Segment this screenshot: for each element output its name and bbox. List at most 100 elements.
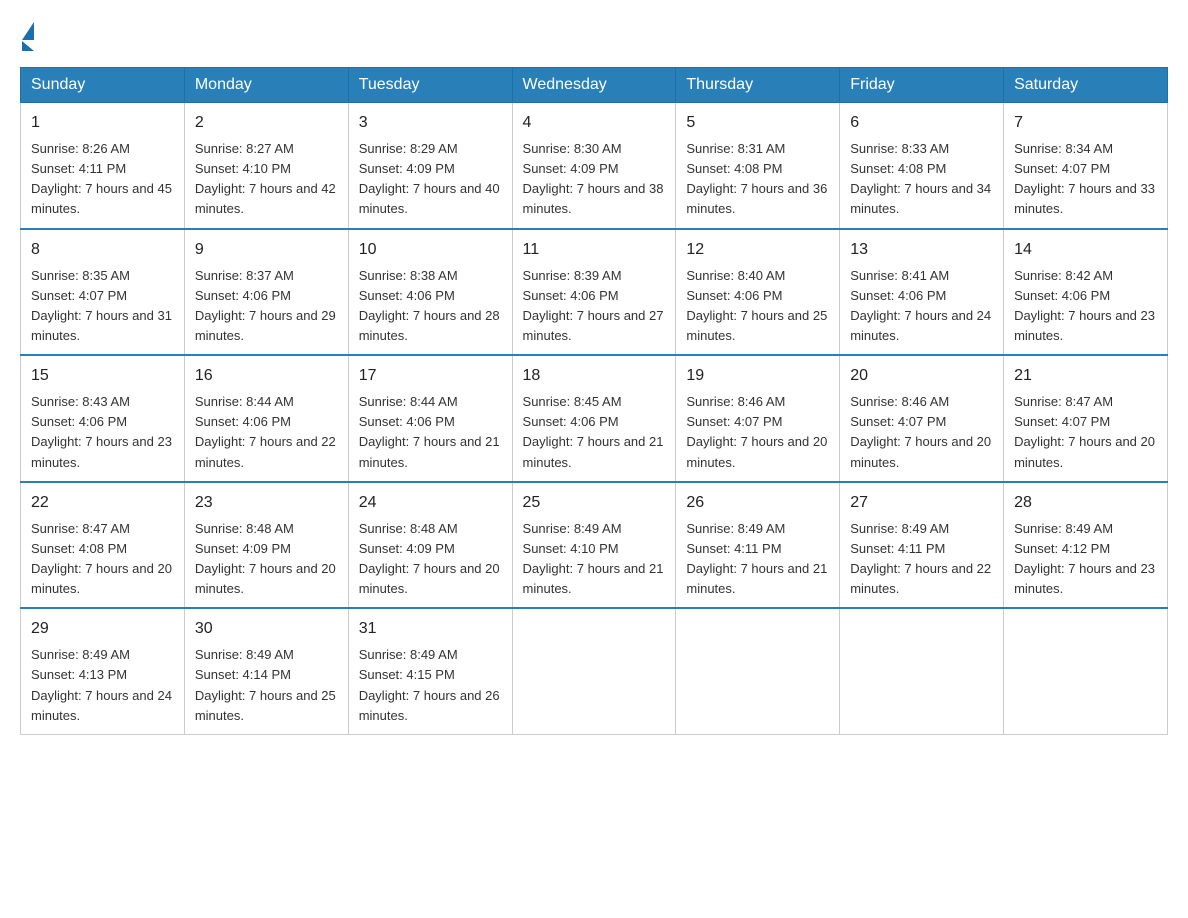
- week-row-3: 15 Sunrise: 8:43 AMSunset: 4:06 PMDayligh…: [21, 355, 1168, 482]
- header-sunday: Sunday: [21, 68, 185, 103]
- day-cell: 7 Sunrise: 8:34 AMSunset: 4:07 PMDaylight…: [1004, 103, 1168, 229]
- header-thursday: Thursday: [676, 68, 840, 103]
- week-row-5: 29Sunrise: 8:49 AMSunset: 4:13 PMDayligh…: [21, 608, 1168, 734]
- day-number: 15: [31, 364, 174, 388]
- day-info: Sunrise: 8:42 AMSunset: 4:06 PMDaylight:…: [1014, 266, 1157, 347]
- day-cell: 24 Sunrise: 8:48 AMSunset: 4:09 PMDayligh…: [348, 482, 512, 609]
- day-info: Sunrise: 8:33 AMSunset: 4:08 PMDaylight:…: [850, 139, 993, 220]
- day-cell: 4 Sunrise: 8:30 AMSunset: 4:09 PMDaylight…: [512, 103, 676, 229]
- day-number: 6: [850, 111, 993, 135]
- day-cell: [676, 608, 840, 734]
- day-info: Sunrise: 8:34 AMSunset: 4:07 PMDaylight:…: [1014, 139, 1157, 220]
- header-friday: Friday: [840, 68, 1004, 103]
- calendar-header-row: SundayMondayTuesdayWednesdayThursdayFrid…: [21, 68, 1168, 103]
- day-number: 14: [1014, 238, 1157, 262]
- day-cell: 3Sunrise: 8:29 AMSunset: 4:09 PMDaylight…: [348, 103, 512, 229]
- day-info: Sunrise: 8:49 AMSunset: 4:15 PMDaylight:…: [359, 645, 502, 726]
- day-cell: 29Sunrise: 8:49 AMSunset: 4:13 PMDayligh…: [21, 608, 185, 734]
- day-info: Sunrise: 8:49 AMSunset: 4:14 PMDaylight:…: [195, 645, 338, 726]
- day-number: 31: [359, 617, 502, 641]
- header-monday: Monday: [184, 68, 348, 103]
- day-number: 4: [523, 111, 666, 135]
- day-number: 23: [195, 491, 338, 515]
- day-cell: 12 Sunrise: 8:40 AMSunset: 4:06 PMDayligh…: [676, 229, 840, 356]
- day-info: Sunrise: 8:37 AMSunset: 4:06 PMDaylight:…: [195, 266, 338, 347]
- day-info: Sunrise: 8:46 AMSunset: 4:07 PMDaylight:…: [686, 392, 829, 473]
- day-info: Sunrise: 8:44 AMSunset: 4:06 PMDaylight:…: [359, 392, 502, 473]
- day-number: 25: [523, 491, 666, 515]
- day-cell: 2 Sunrise: 8:27 AMSunset: 4:10 PMDaylight…: [184, 103, 348, 229]
- day-number: 16: [195, 364, 338, 388]
- day-info: Sunrise: 8:39 AMSunset: 4:06 PMDaylight:…: [523, 266, 666, 347]
- day-info: Sunrise: 8:38 AMSunset: 4:06 PMDaylight:…: [359, 266, 502, 347]
- day-number: 24: [359, 491, 502, 515]
- day-info: Sunrise: 8:48 AMSunset: 4:09 PMDaylight:…: [359, 519, 502, 600]
- day-cell: 13Sunrise: 8:41 AMSunset: 4:06 PMDayligh…: [840, 229, 1004, 356]
- day-info: Sunrise: 8:29 AMSunset: 4:09 PMDaylight:…: [359, 139, 502, 220]
- day-cell: 25 Sunrise: 8:49 AMSunset: 4:10 PMDayligh…: [512, 482, 676, 609]
- day-info: Sunrise: 8:49 AMSunset: 4:10 PMDaylight:…: [523, 519, 666, 600]
- day-number: 19: [686, 364, 829, 388]
- day-info: Sunrise: 8:41 AMSunset: 4:06 PMDaylight:…: [850, 266, 993, 347]
- day-number: 29: [31, 617, 174, 641]
- day-number: 22: [31, 491, 174, 515]
- day-number: 28: [1014, 491, 1157, 515]
- day-cell: 23 Sunrise: 8:48 AMSunset: 4:09 PMDayligh…: [184, 482, 348, 609]
- day-cell: [1004, 608, 1168, 734]
- day-number: 26: [686, 491, 829, 515]
- day-cell: 14 Sunrise: 8:42 AMSunset: 4:06 PMDayligh…: [1004, 229, 1168, 356]
- day-info: Sunrise: 8:43 AMSunset: 4:06 PMDaylight:…: [31, 392, 174, 473]
- week-row-4: 22 Sunrise: 8:47 AMSunset: 4:08 PMDayligh…: [21, 482, 1168, 609]
- day-number: 10: [359, 238, 502, 262]
- week-row-2: 8 Sunrise: 8:35 AMSunset: 4:07 PMDaylight…: [21, 229, 1168, 356]
- day-info: Sunrise: 8:30 AMSunset: 4:09 PMDaylight:…: [523, 139, 666, 220]
- day-cell: 8 Sunrise: 8:35 AMSunset: 4:07 PMDaylight…: [21, 229, 185, 356]
- header-tuesday: Tuesday: [348, 68, 512, 103]
- day-cell: 20 Sunrise: 8:46 AMSunset: 4:07 PMDayligh…: [840, 355, 1004, 482]
- day-number: 7: [1014, 111, 1157, 135]
- day-cell: 1Sunrise: 8:26 AMSunset: 4:11 PMDaylight…: [21, 103, 185, 229]
- day-number: 12: [686, 238, 829, 262]
- day-info: Sunrise: 8:27 AMSunset: 4:10 PMDaylight:…: [195, 139, 338, 220]
- day-cell: 22 Sunrise: 8:47 AMSunset: 4:08 PMDayligh…: [21, 482, 185, 609]
- day-info: Sunrise: 8:31 AMSunset: 4:08 PMDaylight:…: [686, 139, 829, 220]
- day-cell: 26 Sunrise: 8:49 AMSunset: 4:11 PMDayligh…: [676, 482, 840, 609]
- header-wednesday: Wednesday: [512, 68, 676, 103]
- day-cell: 15 Sunrise: 8:43 AMSunset: 4:06 PMDayligh…: [21, 355, 185, 482]
- day-number: 11: [523, 238, 666, 262]
- day-number: 27: [850, 491, 993, 515]
- day-number: 2: [195, 111, 338, 135]
- header-saturday: Saturday: [1004, 68, 1168, 103]
- day-cell: 17 Sunrise: 8:44 AMSunset: 4:06 PMDayligh…: [348, 355, 512, 482]
- day-info: Sunrise: 8:49 AMSunset: 4:11 PMDaylight:…: [686, 519, 829, 600]
- day-cell: 6 Sunrise: 8:33 AMSunset: 4:08 PMDaylight…: [840, 103, 1004, 229]
- day-info: Sunrise: 8:26 AMSunset: 4:11 PMDaylight:…: [31, 139, 174, 220]
- day-info: Sunrise: 8:49 AMSunset: 4:12 PMDaylight:…: [1014, 519, 1157, 600]
- week-row-1: 1Sunrise: 8:26 AMSunset: 4:11 PMDaylight…: [21, 103, 1168, 229]
- day-number: 20: [850, 364, 993, 388]
- day-cell: [840, 608, 1004, 734]
- day-info: Sunrise: 8:48 AMSunset: 4:09 PMDaylight:…: [195, 519, 338, 600]
- day-number: 18: [523, 364, 666, 388]
- day-cell: 31 Sunrise: 8:49 AMSunset: 4:15 PMDayligh…: [348, 608, 512, 734]
- calendar-table: SundayMondayTuesdayWednesdayThursdayFrid…: [20, 67, 1168, 735]
- day-cell: 11 Sunrise: 8:39 AMSunset: 4:06 PMDayligh…: [512, 229, 676, 356]
- day-number: 17: [359, 364, 502, 388]
- day-number: 30: [195, 617, 338, 641]
- day-number: 5: [686, 111, 829, 135]
- day-cell: 28 Sunrise: 8:49 AMSunset: 4:12 PMDayligh…: [1004, 482, 1168, 609]
- day-info: Sunrise: 8:44 AMSunset: 4:06 PMDaylight:…: [195, 392, 338, 473]
- day-cell: 21 Sunrise: 8:47 AMSunset: 4:07 PMDayligh…: [1004, 355, 1168, 482]
- day-info: Sunrise: 8:35 AMSunset: 4:07 PMDaylight:…: [31, 266, 174, 347]
- day-info: Sunrise: 8:47 AMSunset: 4:08 PMDaylight:…: [31, 519, 174, 600]
- day-number: 8: [31, 238, 174, 262]
- day-cell: 30 Sunrise: 8:49 AMSunset: 4:14 PMDayligh…: [184, 608, 348, 734]
- day-info: Sunrise: 8:40 AMSunset: 4:06 PMDaylight:…: [686, 266, 829, 347]
- day-cell: [512, 608, 676, 734]
- day-info: Sunrise: 8:46 AMSunset: 4:07 PMDaylight:…: [850, 392, 993, 473]
- day-info: Sunrise: 8:47 AMSunset: 4:07 PMDaylight:…: [1014, 392, 1157, 473]
- page-header: [20, 20, 1168, 51]
- day-number: 21: [1014, 364, 1157, 388]
- day-info: Sunrise: 8:45 AMSunset: 4:06 PMDaylight:…: [523, 392, 666, 473]
- day-cell: 18 Sunrise: 8:45 AMSunset: 4:06 PMDayligh…: [512, 355, 676, 482]
